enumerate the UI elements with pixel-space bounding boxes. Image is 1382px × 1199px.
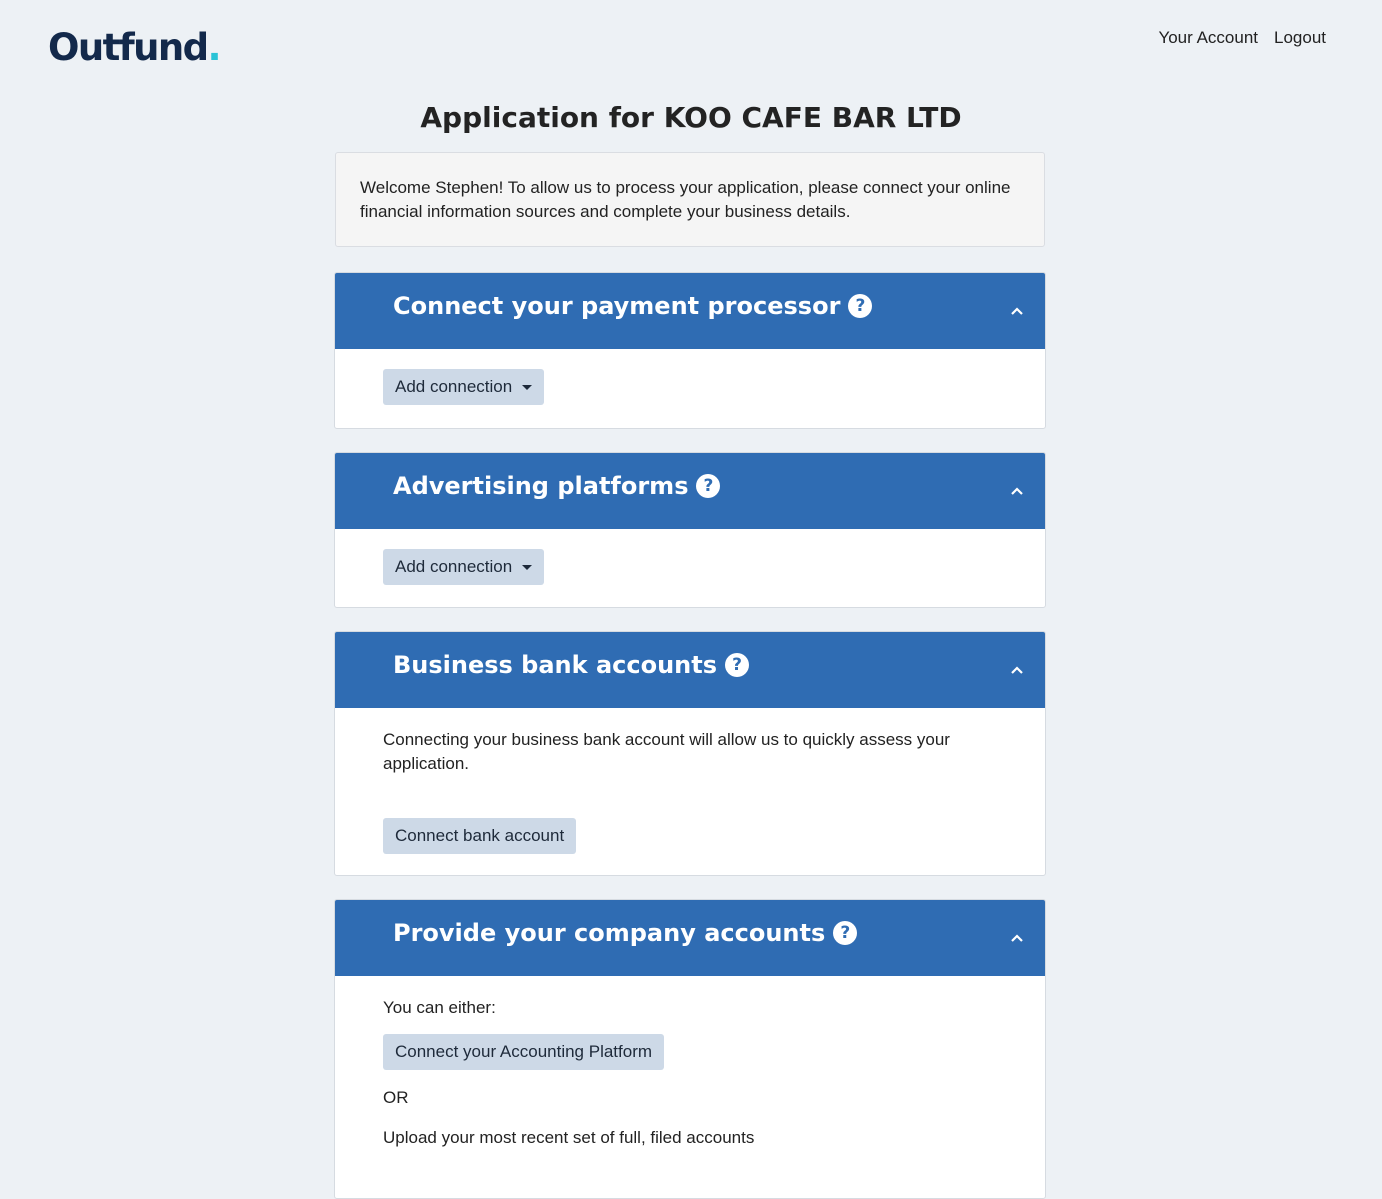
business-bank-accounts-card: Business bank accounts ? Connecting your… bbox=[334, 631, 1046, 876]
chevron-up-icon[interactable] bbox=[1009, 662, 1025, 678]
question-circle-icon[interactable]: ? bbox=[725, 653, 750, 677]
payment-processor-title-text: Connect your payment processor bbox=[393, 292, 841, 320]
advertising-platforms-card: Advertising platforms ? Add connection bbox=[334, 452, 1046, 608]
advertising-platforms-title-text: Advertising platforms bbox=[393, 472, 689, 500]
company-accounts-header[interactable]: Provide your company accounts ? bbox=[335, 900, 1045, 976]
logout-link[interactable]: Logout bbox=[1274, 27, 1326, 49]
payment-processor-card: Connect your payment processor ? Add con… bbox=[334, 272, 1046, 429]
bank-description: Connecting your business bank account wi… bbox=[383, 730, 950, 773]
connect-accounting-platform-button[interactable]: Connect your Accounting Platform bbox=[383, 1034, 665, 1070]
accounts-intro: You can either: bbox=[383, 998, 496, 1017]
connect-bank-account-button[interactable]: Connect bank account bbox=[383, 818, 577, 854]
advertising-platforms-title: Advertising platforms ? bbox=[393, 471, 721, 501]
company-accounts-card: Provide your company accounts ? You can … bbox=[334, 899, 1046, 1199]
page-title: Application for KOO CAFE BAR LTD bbox=[420, 101, 962, 134]
add-connection-label: Add connection bbox=[395, 557, 513, 576]
payment-processor-header[interactable]: Connect your payment processor ? bbox=[335, 273, 1045, 349]
caret-down-icon bbox=[522, 384, 533, 390]
outfund-logo[interactable]: Outfund. bbox=[48, 24, 222, 72]
welcome-message: Welcome Stephen! To allow us to process … bbox=[335, 152, 1045, 247]
company-accounts-title: Provide your company accounts ? bbox=[393, 918, 858, 948]
question-circle-icon[interactable]: ? bbox=[848, 294, 873, 318]
advertising-platforms-header[interactable]: Advertising platforms ? bbox=[335, 453, 1045, 529]
chevron-up-icon[interactable] bbox=[1009, 303, 1025, 319]
business-bank-accounts-title: Business bank accounts ? bbox=[393, 650, 750, 680]
or-separator: OR bbox=[383, 1088, 409, 1107]
upload-accounts-text: Upload your most recent set of full, fil… bbox=[383, 1128, 755, 1147]
business-bank-accounts-title-text: Business bank accounts bbox=[393, 651, 718, 679]
add-connection-button[interactable]: Add connection bbox=[383, 369, 545, 405]
logo-dot: . bbox=[207, 26, 222, 69]
add-connection-button[interactable]: Add connection bbox=[383, 549, 545, 585]
payment-processor-title: Connect your payment processor ? bbox=[393, 291, 873, 321]
company-accounts-title-text: Provide your company accounts bbox=[393, 919, 826, 947]
caret-down-icon bbox=[522, 564, 533, 570]
add-connection-label: Add connection bbox=[395, 377, 513, 396]
logo-text: Outfund bbox=[48, 26, 209, 69]
question-circle-icon[interactable]: ? bbox=[696, 474, 721, 498]
question-circle-icon[interactable]: ? bbox=[833, 921, 858, 945]
top-nav: Your Account Logout bbox=[1158, 27, 1326, 49]
your-account-link[interactable]: Your Account bbox=[1158, 27, 1258, 49]
business-bank-accounts-header[interactable]: Business bank accounts ? bbox=[335, 632, 1045, 708]
chevron-up-icon[interactable] bbox=[1009, 930, 1025, 946]
chevron-up-icon[interactable] bbox=[1009, 483, 1025, 499]
